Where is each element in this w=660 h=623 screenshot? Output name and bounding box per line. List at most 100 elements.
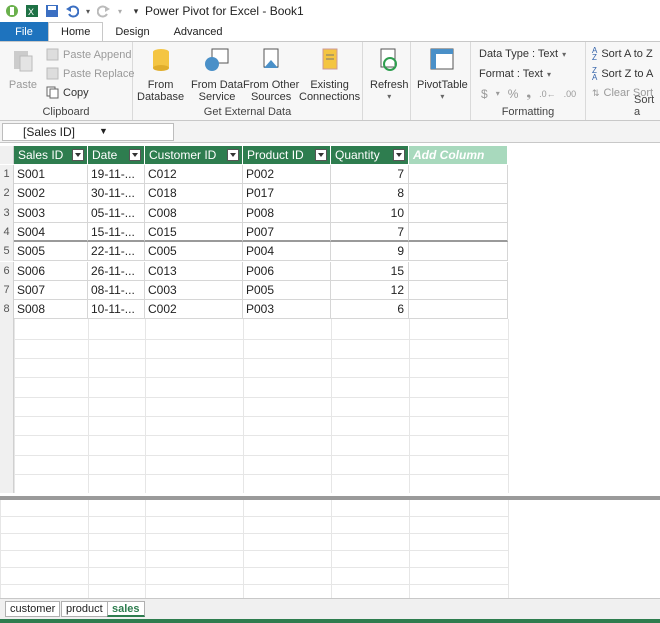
- column-header[interactable]: Sales ID: [14, 146, 88, 164]
- name-box[interactable]: [Sales ID] ▼: [2, 123, 174, 141]
- row-number[interactable]: 7: [0, 280, 14, 301]
- sort-a-to-z-button[interactable]: AZ Sort A to Z: [592, 47, 653, 62]
- row-number[interactable]: 3: [0, 203, 14, 223]
- table-cell[interactable]: 22-11-...: [88, 242, 145, 262]
- add-column-header[interactable]: Add Column: [409, 146, 508, 164]
- sheet-tab-sales[interactable]: sales: [107, 601, 145, 617]
- table-cell[interactable]: S006: [14, 261, 88, 281]
- table-cell[interactable]: 8: [331, 184, 409, 204]
- table-cell[interactable]: 9: [331, 242, 409, 262]
- filter-dropdown-icon[interactable]: [129, 149, 141, 161]
- row-number[interactable]: 6: [0, 261, 14, 281]
- paste-replace-button[interactable]: Paste Replace: [46, 67, 135, 80]
- currency-dropdown-icon[interactable]: ▾: [496, 89, 500, 98]
- format-dropdown[interactable]: Format : Text ▾: [479, 68, 551, 80]
- tab-file[interactable]: File: [0, 22, 48, 41]
- table-cell[interactable]: C012: [145, 165, 243, 185]
- excel-icon[interactable]: X: [24, 3, 40, 19]
- table-cell[interactable]: [409, 280, 508, 301]
- undo-dropdown-icon[interactable]: ▾: [84, 3, 92, 19]
- paste-append-button[interactable]: Paste Append: [46, 48, 132, 61]
- data-type-dropdown[interactable]: Data Type : Text ▾: [479, 48, 566, 60]
- table-cell[interactable]: [409, 300, 508, 320]
- column-header[interactable]: Product ID: [243, 146, 331, 164]
- filter-dropdown-icon[interactable]: [393, 149, 405, 161]
- table-cell[interactable]: 7: [331, 222, 409, 243]
- redo-icon[interactable]: [96, 3, 112, 19]
- table-cell[interactable]: P003: [243, 300, 331, 320]
- table-cell[interactable]: P006: [243, 261, 331, 281]
- table-cell[interactable]: C003: [145, 280, 243, 301]
- row-number[interactable]: 8: [0, 300, 14, 320]
- select-all-corner[interactable]: [0, 146, 14, 164]
- paste-button[interactable]: Paste: [8, 46, 38, 91]
- copy-button[interactable]: Copy: [46, 86, 89, 99]
- pivottable-button[interactable]: PivotTable ▾: [417, 46, 468, 103]
- table-cell[interactable]: [409, 261, 508, 281]
- undo-icon[interactable]: [64, 3, 80, 19]
- table-cell[interactable]: P017: [243, 184, 331, 204]
- table-cell[interactable]: C002: [145, 300, 243, 320]
- filter-dropdown-icon[interactable]: [315, 149, 327, 161]
- table-cell[interactable]: S003: [14, 203, 88, 223]
- table-cell[interactable]: 10: [331, 203, 409, 223]
- increase-decimal-icon[interactable]: .0←: [539, 89, 556, 99]
- table-cell[interactable]: [409, 184, 508, 204]
- column-header[interactable]: Customer ID: [145, 146, 243, 164]
- table-cell[interactable]: 7: [331, 165, 409, 185]
- table-cell[interactable]: S008: [14, 300, 88, 320]
- table-cell[interactable]: 6: [331, 300, 409, 320]
- table-cell[interactable]: 05-11-...: [88, 203, 145, 223]
- tab-home[interactable]: Home: [48, 22, 104, 41]
- table-cell[interactable]: 10-11-...: [88, 300, 145, 320]
- comma-icon[interactable]: ❟: [526, 86, 531, 101]
- table-cell[interactable]: [409, 222, 508, 243]
- table-cell[interactable]: 19-11-...: [88, 165, 145, 185]
- table-cell[interactable]: P004: [243, 242, 331, 262]
- from-database-button[interactable]: From Database: [137, 46, 184, 103]
- percent-icon[interactable]: %: [508, 87, 519, 101]
- chevron-down-icon[interactable]: ▼: [99, 126, 108, 136]
- column-header[interactable]: Date: [88, 146, 145, 164]
- table-cell[interactable]: [409, 242, 508, 262]
- currency-icon[interactable]: $: [481, 87, 488, 101]
- table-cell[interactable]: C013: [145, 261, 243, 281]
- row-number[interactable]: 2: [0, 184, 14, 204]
- filter-dropdown-icon[interactable]: [227, 149, 239, 161]
- tab-design[interactable]: Design: [103, 22, 161, 41]
- row-number[interactable]: 1: [0, 165, 14, 185]
- table-cell[interactable]: 15-11-...: [88, 222, 145, 243]
- from-data-service-button[interactable]: From Data Service: [191, 46, 243, 103]
- decrease-decimal-icon[interactable]: .00: [564, 89, 577, 99]
- customize-qat-icon[interactable]: ▾: [128, 3, 144, 19]
- table-cell[interactable]: 15: [331, 261, 409, 281]
- table-cell[interactable]: [409, 165, 508, 185]
- table-cell[interactable]: S005: [14, 242, 88, 262]
- table-cell[interactable]: 30-11-...: [88, 184, 145, 204]
- sheet-tab-customer[interactable]: customer: [5, 601, 61, 617]
- column-header[interactable]: Quantity: [331, 146, 409, 164]
- table-cell[interactable]: C005: [145, 242, 243, 262]
- tab-advanced[interactable]: Advanced: [162, 22, 235, 41]
- row-number[interactable]: 4: [0, 222, 14, 243]
- table-cell[interactable]: C018: [145, 184, 243, 204]
- table-cell[interactable]: S002: [14, 184, 88, 204]
- table-cell[interactable]: S007: [14, 280, 88, 301]
- filter-dropdown-icon[interactable]: [72, 149, 84, 161]
- refresh-button[interactable]: Refresh ▾: [370, 46, 409, 103]
- redo-dropdown-icon[interactable]: ▾: [116, 3, 124, 19]
- table-cell[interactable]: P005: [243, 280, 331, 301]
- table-cell[interactable]: P002: [243, 165, 331, 185]
- table-cell[interactable]: 12: [331, 280, 409, 301]
- save-icon[interactable]: [44, 3, 60, 19]
- existing-connections-button[interactable]: Existing Connections: [299, 46, 360, 103]
- table-cell[interactable]: P008: [243, 203, 331, 223]
- table-cell[interactable]: C015: [145, 222, 243, 243]
- from-other-sources-button[interactable]: From Other Sources: [243, 46, 299, 103]
- table-cell[interactable]: S004: [14, 222, 88, 243]
- pane-splitter[interactable]: [0, 496, 660, 500]
- table-cell[interactable]: P007: [243, 222, 331, 243]
- table-cell[interactable]: S001: [14, 165, 88, 185]
- row-number[interactable]: 5: [0, 242, 14, 262]
- table-cell[interactable]: 08-11-...: [88, 280, 145, 301]
